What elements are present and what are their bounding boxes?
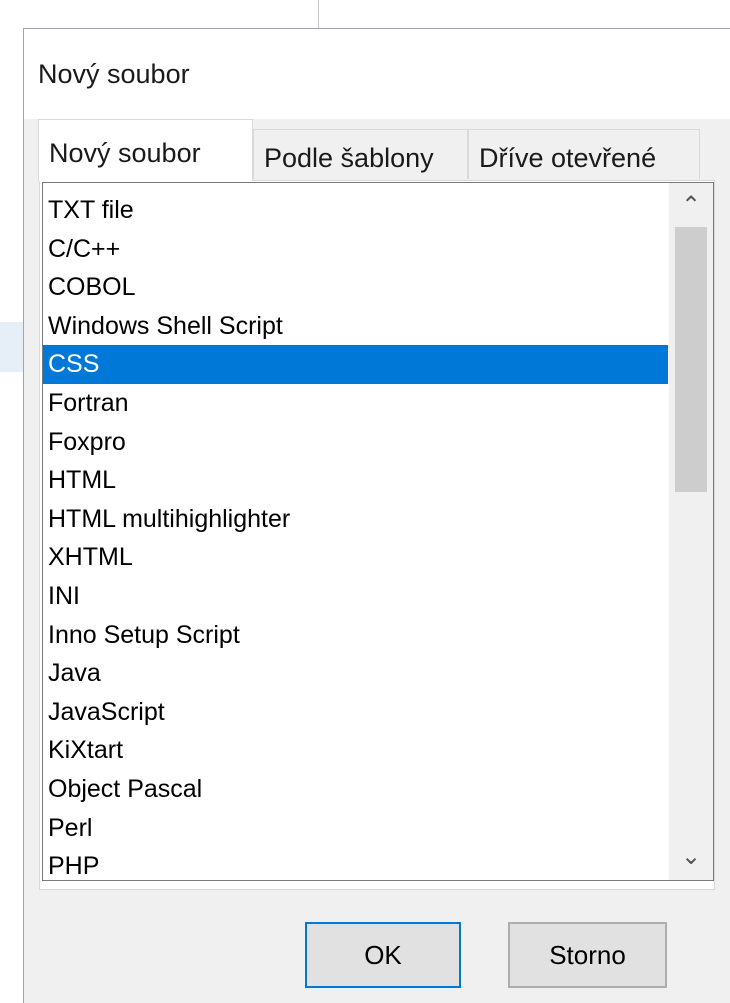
list-item[interactable]: HTML [43,461,668,500]
list-item[interactable]: INI [43,577,668,616]
list-item[interactable]: Fortran [43,384,668,423]
background-divider [318,0,319,28]
chevron-up-icon: ⌃ [680,192,702,219]
list-item[interactable]: Perl [43,809,668,848]
scrollbar-thumb[interactable] [675,227,707,492]
list-item[interactable]: PHP [43,847,668,880]
scroll-down-button[interactable]: ⌄ [669,836,713,878]
list-item[interactable]: COBOL [43,268,668,307]
tab-new-file[interactable]: Nový soubor [38,119,253,181]
list-item[interactable]: Inno Setup Script [43,616,668,655]
dialog-title: Nový soubor [38,59,190,89]
list-item[interactable]: TXT file [43,191,668,230]
list-item[interactable]: C/C++ [43,230,668,269]
dialog-titlebar: Nový soubor [24,29,730,119]
list-item[interactable]: Java [43,654,668,693]
list-item[interactable]: XHTML [43,538,668,577]
chevron-down-icon: ⌄ [680,843,702,870]
list-item[interactable]: HTML multihighlighter [43,500,668,539]
list-item[interactable]: Windows Shell Script [43,307,668,346]
scroll-up-button[interactable]: ⌃ [669,185,713,227]
background-left [0,0,23,1003]
list-item[interactable]: JavaScript [43,693,668,732]
list-item[interactable]: CSS [43,345,668,384]
file-type-list: TXT file C/C++ COBOL Windows Shell Script CS… [43,191,668,880]
list-item[interactable]: KiXtart [43,731,668,770]
tab-recently-opened[interactable]: Dříve otevřené [468,129,700,179]
cancel-button[interactable]: Storno [508,922,667,988]
background-highlight-strip [0,322,23,372]
ok-button[interactable]: OK [305,922,461,988]
tab-from-template[interactable]: Podle šablony [253,129,468,179]
file-type-listbox[interactable]: TXT file C/C++ COBOL Windows Shell Script CS… [42,182,714,881]
new-file-dialog: Nový soubor Nový soubor Podle šablony Dř… [23,28,730,1003]
list-item[interactable]: Object Pascal [43,770,668,809]
list-item[interactable]: Foxpro [43,423,668,462]
vertical-scrollbar[interactable]: ⌃ ⌄ [669,183,713,880]
